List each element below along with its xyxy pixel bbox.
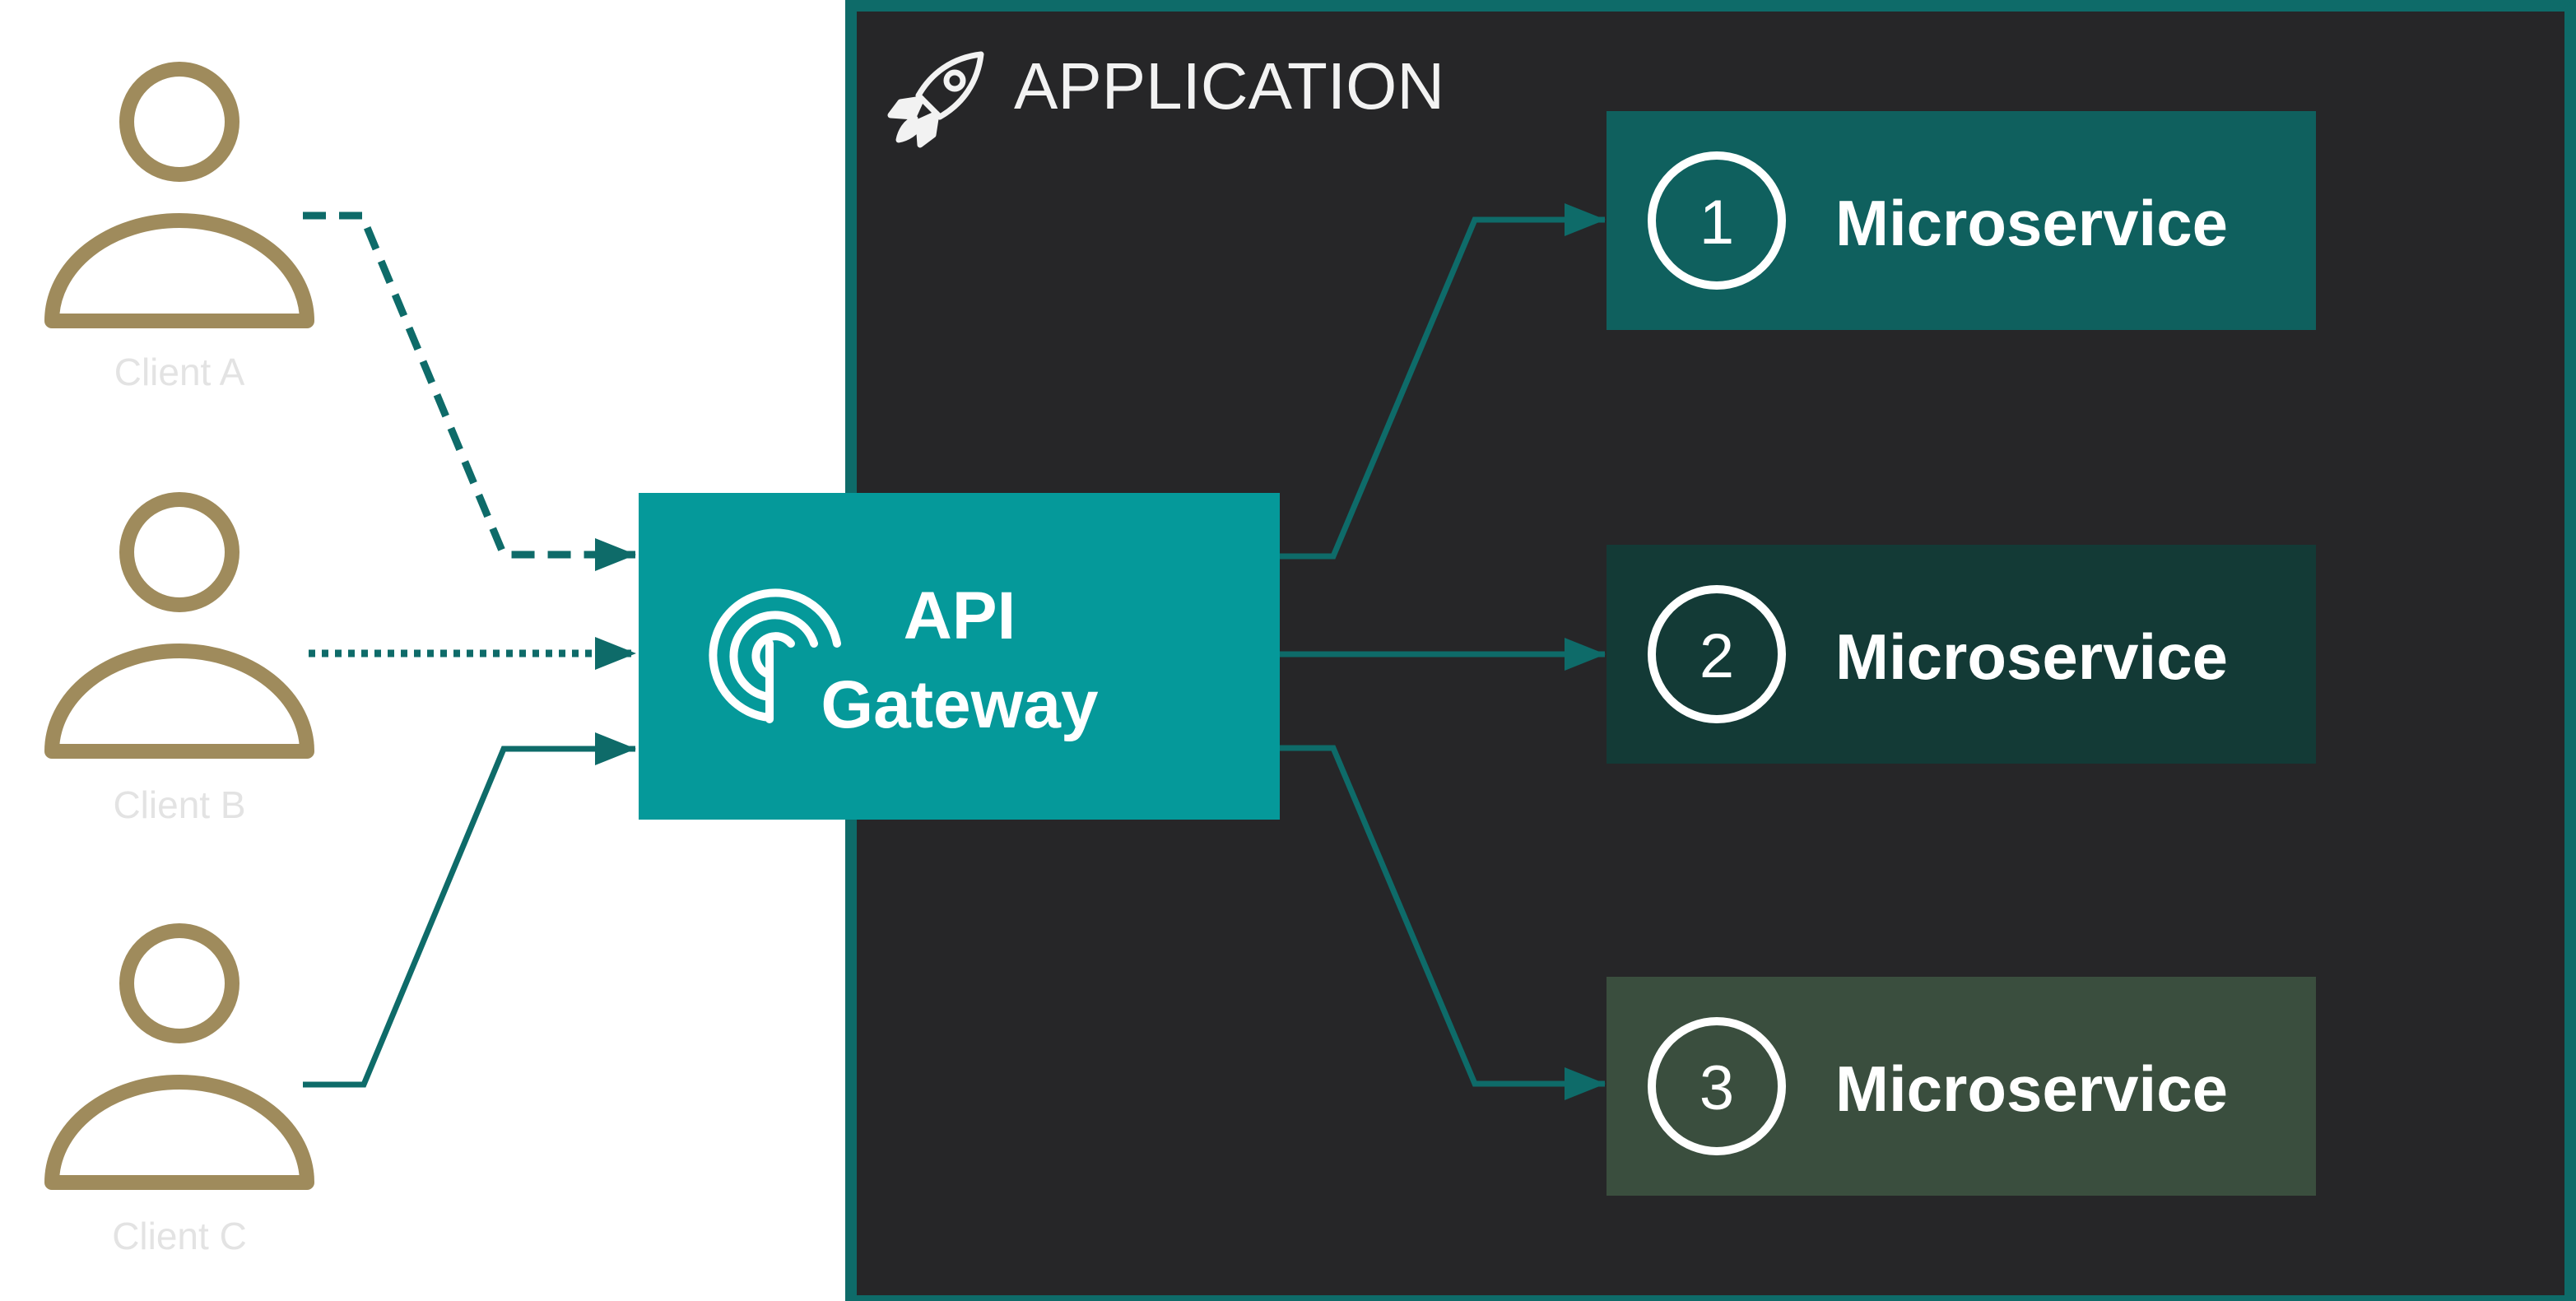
connector-client-a (303, 211, 636, 571)
api-gateway[interactable]: API Gateway (639, 493, 1280, 820)
microservice-2[interactable]: 2 Microservice (1607, 545, 2316, 764)
architecture-diagram: APPLICATION 1 Microservice 2 Microservic… (44, 0, 2576, 1301)
client-b-label: Client B (113, 783, 245, 826)
microservice-1-number: 1 (1700, 188, 1734, 258)
client-a[interactable]: Client A (44, 62, 314, 393)
api-gateway-line1: API (904, 578, 1016, 653)
person-icon (44, 62, 314, 328)
microservice-2-number: 2 (1700, 621, 1734, 691)
api-gateway-line2: Gateway (821, 667, 1099, 742)
client-c[interactable]: Client C (44, 923, 314, 1257)
microservice-1[interactable]: 1 Microservice (1607, 111, 2316, 330)
microservice-3[interactable]: 3 Microservice (1607, 977, 2316, 1196)
application-title: APPLICATION (1014, 49, 1444, 123)
microservice-2-label: Microservice (1835, 620, 2228, 693)
microservice-3-label: Microservice (1835, 1052, 2228, 1125)
microservice-1-label: Microservice (1835, 187, 2228, 259)
person-icon (44, 923, 314, 1190)
client-a-label: Client A (114, 351, 245, 393)
microservice-3-number: 3 (1700, 1053, 1734, 1123)
person-icon (44, 492, 314, 759)
client-c-label: Client C (112, 1215, 247, 1257)
client-b[interactable]: Client B (44, 492, 314, 826)
connector-client-c (303, 732, 636, 1088)
